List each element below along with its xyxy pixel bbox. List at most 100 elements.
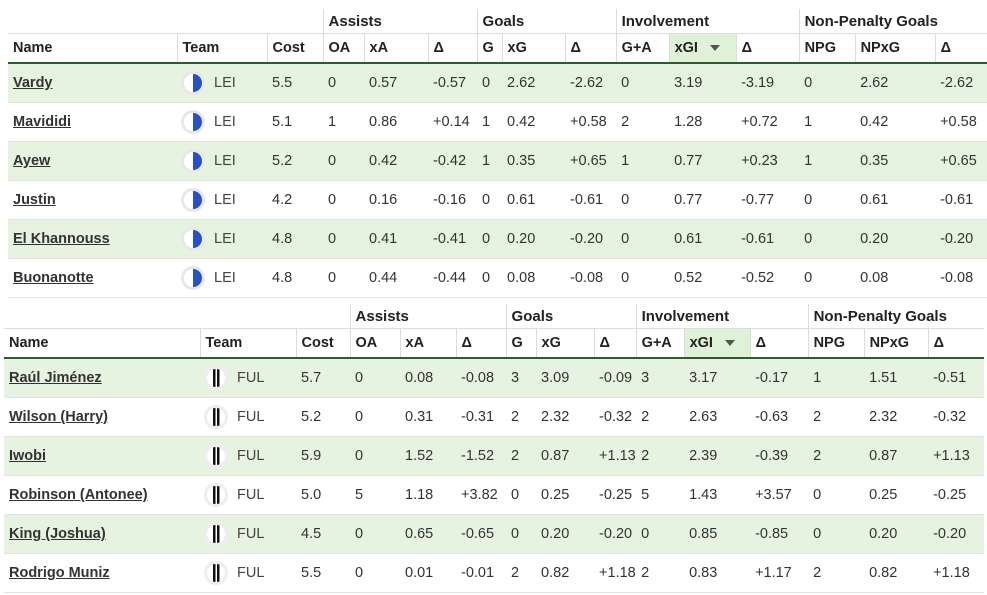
- stat-oa: 0: [323, 63, 365, 103]
- stat-dg: +1.13: [594, 436, 637, 476]
- stat-npg: 0: [799, 258, 856, 298]
- group-assists: Assists: [322, 9, 478, 34]
- col-cost[interactable]: Cost: [266, 33, 324, 64]
- stat-ga: 2: [636, 553, 685, 593]
- player-name-link[interactable]: Buonanotte: [13, 270, 94, 286]
- player-name-cell: Mavididi: [8, 102, 177, 142]
- player-name-cell: Iwobi: [4, 436, 200, 476]
- col-npxg[interactable]: NPxG: [854, 33, 936, 64]
- player-name-link[interactable]: Justin: [13, 192, 56, 208]
- col-assists-delta[interactable]: Δ: [455, 328, 507, 359]
- stat-oa: 0: [350, 397, 401, 437]
- stat-npg: 0: [808, 475, 865, 515]
- leicester-crest-icon: [181, 149, 205, 173]
- col-g[interactable]: G: [505, 328, 537, 359]
- stat-g: 0: [477, 219, 503, 259]
- stat-ga: 0: [616, 180, 670, 220]
- stat-npxg: 1.51: [864, 358, 929, 398]
- col-npxg[interactable]: NPxG: [863, 328, 929, 359]
- player-name-link[interactable]: Wilson (Harry): [9, 409, 108, 425]
- group-goals: Goals: [476, 9, 617, 34]
- col-involvement-delta[interactable]: Δ: [749, 328, 809, 359]
- col-ga[interactable]: G+A: [635, 328, 685, 359]
- player-name-link[interactable]: Iwobi: [9, 448, 46, 464]
- group-goals: Goals: [505, 304, 637, 329]
- stat-ga: 0: [616, 63, 670, 103]
- stat-xg: 0.25: [536, 475, 595, 515]
- stat-dgi: -0.61: [736, 219, 800, 259]
- table-row: Buonanotte LEI 4.8 0 0.44 -0.44 0 0.08 -0.08 0 0.5…: [8, 258, 987, 298]
- player-name-link[interactable]: Vardy: [13, 75, 53, 91]
- stat-npxg: 2.32: [864, 397, 929, 437]
- stat-xgi: 0.85: [684, 514, 751, 554]
- fulham-crest-icon: [204, 483, 228, 507]
- stat-npg: 1: [808, 358, 865, 398]
- stat-npg: 1: [799, 141, 856, 181]
- col-goals-delta[interactable]: Δ: [564, 33, 617, 64]
- col-assists-delta[interactable]: Δ: [427, 33, 478, 64]
- stat-xg: 2.32: [536, 397, 595, 437]
- player-name-cell: El Khannouss: [8, 219, 177, 259]
- stat-ga: 0: [616, 258, 670, 298]
- stat-npxg: 0.20: [855, 219, 936, 259]
- stat-xgi: 0.52: [669, 258, 737, 298]
- stat-npg: 0: [799, 219, 856, 259]
- stat-npxg: 0.42: [855, 102, 936, 142]
- col-xa[interactable]: xA: [399, 328, 457, 359]
- column-header-row: Name Team Cost OA xA Δ G xG Δ G+A xGI Δ …: [4, 328, 985, 359]
- team-abbreviation: FUL: [237, 487, 265, 503]
- col-oa[interactable]: OA: [322, 33, 365, 64]
- col-xa[interactable]: xA: [363, 33, 429, 64]
- player-name-link[interactable]: King (Joshua): [9, 526, 106, 542]
- col-ga[interactable]: G+A: [615, 33, 670, 64]
- col-npg-delta[interactable]: Δ: [934, 33, 987, 64]
- player-name-cell: Robinson (Antonee): [4, 475, 200, 515]
- stat-dgi: -3.19: [736, 63, 800, 103]
- col-xg[interactable]: xG: [501, 33, 566, 64]
- team-cell: FUL: [200, 514, 296, 554]
- team-abbreviation: LEI: [214, 231, 236, 247]
- col-xg[interactable]: xG: [535, 328, 595, 359]
- col-team[interactable]: Team: [176, 33, 267, 64]
- stat-npxg: 0.35: [855, 141, 936, 181]
- player-name-link[interactable]: Raúl Jiménez: [9, 370, 102, 386]
- stat-dnp: +0.58: [935, 102, 987, 142]
- stat-dgi: -0.17: [750, 358, 809, 398]
- col-team[interactable]: Team: [199, 328, 296, 359]
- col-xgi-sorted[interactable]: xGI: [683, 328, 751, 359]
- player-name-link[interactable]: El Khannouss: [13, 231, 110, 247]
- leicester-crest-icon: [181, 227, 205, 251]
- stat-dgi: -0.52: [736, 258, 800, 298]
- stat-dgi: -0.39: [750, 436, 809, 476]
- col-npg[interactable]: NPG: [807, 328, 865, 359]
- table-body: Vardy LEI 5.5 0 0.57 -0.57 0 2.62 -2.62 0 3.19 -3.1…: [8, 63, 987, 298]
- sort-descending-icon: [709, 45, 720, 52]
- stat-da: +3.82: [456, 475, 507, 515]
- player-name-link[interactable]: Rodrigo Muniz: [9, 565, 110, 581]
- col-oa[interactable]: OA: [349, 328, 401, 359]
- stat-cost: 5.1: [267, 102, 324, 142]
- col-npg[interactable]: NPG: [798, 33, 856, 64]
- col-involvement-delta[interactable]: Δ: [735, 33, 800, 64]
- col-npg-delta[interactable]: Δ: [927, 328, 985, 359]
- player-name-link[interactable]: Robinson (Antonee): [9, 487, 148, 503]
- player-name-link[interactable]: Ayew: [13, 153, 50, 169]
- table-row: Vardy LEI 5.5 0 0.57 -0.57 0 2.62 -2.62 0 3.19 -3.1…: [8, 63, 987, 103]
- stat-cost: 5.5: [267, 63, 324, 103]
- col-name[interactable]: Name: [4, 328, 200, 359]
- col-xgi-sorted[interactable]: xGI: [668, 33, 737, 64]
- stat-xg: 0.87: [536, 436, 595, 476]
- col-goals-delta[interactable]: Δ: [593, 328, 637, 359]
- table-row: Mavididi LEI 5.1 1 0.86 +0.14 1 0.42 +0.58 2 1.28 +…: [8, 102, 987, 142]
- stat-xgi: 0.77: [669, 180, 737, 220]
- col-cost[interactable]: Cost: [295, 328, 351, 359]
- stat-oa: 0: [323, 258, 365, 298]
- group-header-row: Assists Goals Involvement Non-Penalty Go…: [8, 9, 987, 34]
- col-name[interactable]: Name: [8, 33, 177, 64]
- player-name-link[interactable]: Mavididi: [13, 114, 71, 130]
- stat-dgi: +3.57: [750, 475, 809, 515]
- stat-dg: +0.58: [565, 102, 617, 142]
- col-g[interactable]: G: [476, 33, 503, 64]
- stat-g: 2: [506, 436, 537, 476]
- player-name-cell: Vardy: [8, 63, 177, 103]
